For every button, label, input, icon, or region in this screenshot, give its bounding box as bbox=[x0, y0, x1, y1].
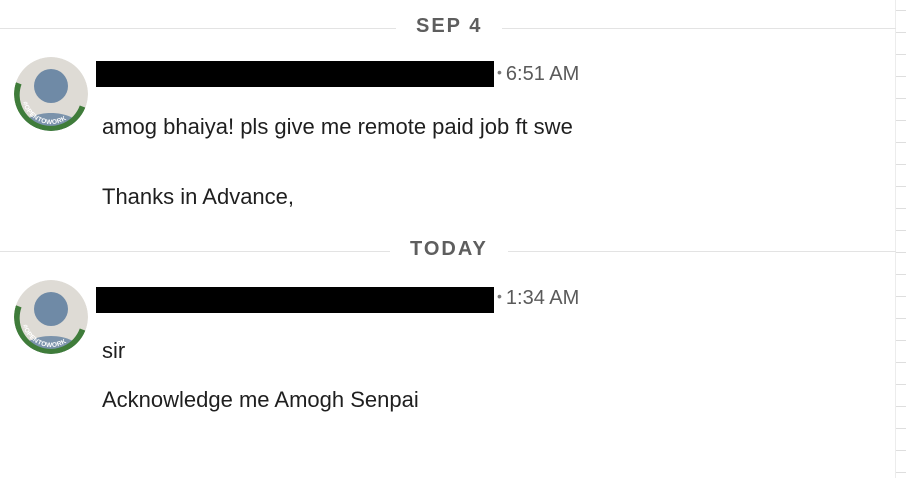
sender-avatar[interactable]: #OPENTOWORK bbox=[14, 280, 88, 354]
redacted-sender-name bbox=[96, 287, 494, 313]
redacted-sender-name bbox=[96, 61, 494, 87]
profile-photo-icon: #OPENTOWORK bbox=[14, 280, 88, 354]
timestamp-text: 1:34 AM bbox=[505, 287, 580, 309]
scrollbar-track[interactable] bbox=[895, 0, 906, 478]
message-text-line: sir bbox=[102, 338, 126, 363]
message-timestamp: • 1:34 AM bbox=[497, 287, 579, 310]
profile-photo-icon: #OPENTOWORK bbox=[14, 57, 88, 131]
separator-dot: • bbox=[497, 288, 502, 304]
message-text-line: Thanks in Advance, bbox=[102, 184, 295, 209]
message-text-line: amog bhaiya! pls give me remote paid job… bbox=[102, 114, 573, 139]
timestamp-text: 6:51 AM bbox=[505, 63, 580, 85]
sender-avatar[interactable]: #OPENTOWORK bbox=[14, 57, 88, 131]
date-divider-label: TODAY bbox=[390, 238, 508, 261]
separator-dot: • bbox=[497, 64, 502, 80]
message-text-line: Acknowledge me Amogh Senpai bbox=[102, 387, 419, 412]
message-timestamp: • 6:51 AM bbox=[497, 63, 579, 86]
date-divider-label: SEP 4 bbox=[396, 15, 503, 38]
